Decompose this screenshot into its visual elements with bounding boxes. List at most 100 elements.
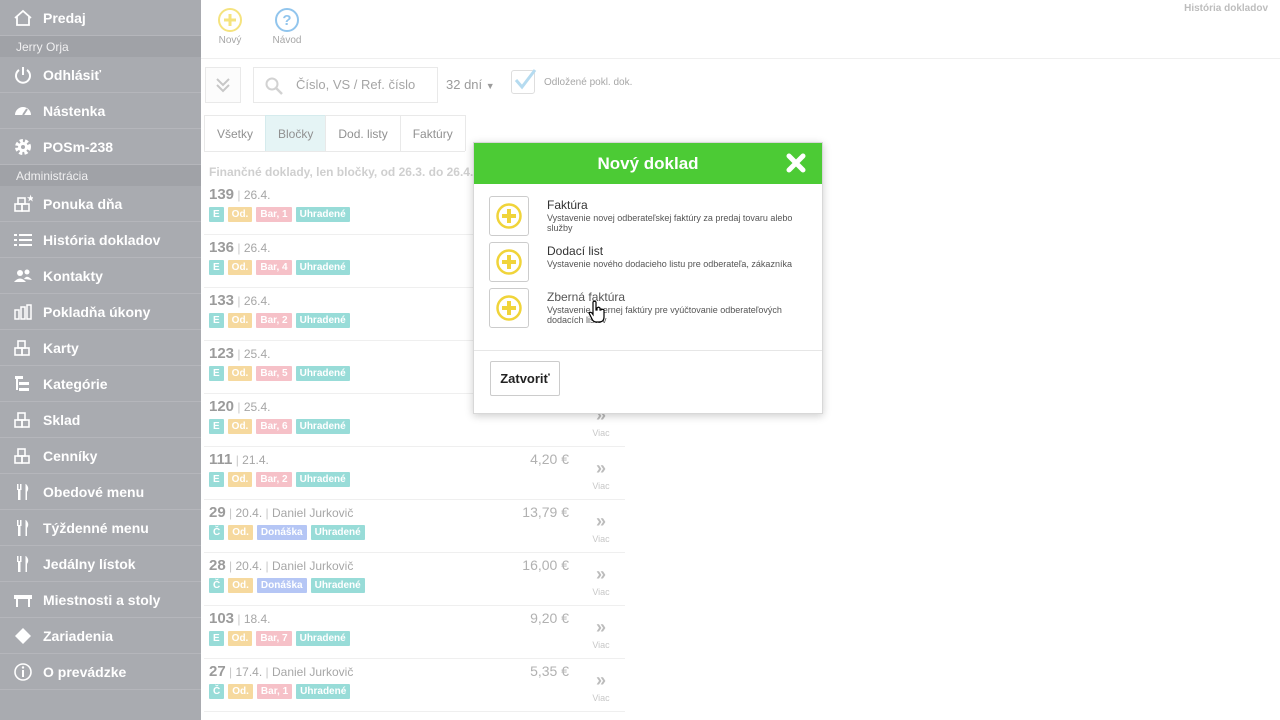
sidebar-item-o-prevadzke[interactable]: O prevádzke — [0, 654, 201, 690]
more-button[interactable]: » Viac — [590, 565, 612, 600]
deferred-docs-checkbox[interactable] — [511, 69, 537, 94]
option-title: Faktúra — [547, 198, 588, 212]
sidebar-item-label: Sklad — [43, 411, 81, 428]
bars-icon — [12, 301, 34, 323]
document-row[interactable]: 111 | 21.4. 4,20 € E Od. Bar, 2 Uhradené » Viac — [204, 448, 625, 500]
sidebar-item-obedove-menu[interactable]: Obedové menu — [0, 474, 201, 510]
status-badge: Donáška — [256, 525, 307, 540]
sidebar-item-sklad[interactable]: Sklad — [0, 402, 201, 438]
document-row[interactable]: 27 | 17.4. | Daniel Jurkovič 5,35 € Č Od. Ba… — [204, 660, 625, 712]
option-delivery-note[interactable]: Dodací list Vystavenie nového dodacieho … — [489, 242, 809, 284]
sidebar-item-zariadenia[interactable]: Zariadenia — [0, 618, 201, 654]
separator: | — [234, 241, 244, 255]
close-icon[interactable] — [786, 153, 806, 173]
status-badge: E — [209, 631, 224, 646]
status-badge: Od. — [227, 419, 253, 434]
diamond-icon — [12, 625, 34, 647]
sidebar-item-label: Cenníky — [43, 447, 98, 464]
plus-circle-icon — [496, 295, 522, 321]
option-title: Zberná faktúra — [547, 290, 626, 304]
close-button[interactable]: Zatvoriť — [490, 361, 560, 396]
status-badge: Č — [209, 525, 225, 540]
status-badge: Č — [209, 684, 225, 699]
add-collective-invoice-button[interactable] — [489, 288, 529, 328]
status-badge: Č — [209, 578, 225, 593]
document-header: 28 | 20.4. | Daniel Jurkovič — [209, 557, 353, 574]
tab-invoices[interactable]: Faktúry — [399, 115, 466, 151]
tab-delivery-notes[interactable]: Dod. listy — [325, 115, 401, 151]
days-select[interactable]: 32 dní ▼ — [446, 77, 495, 92]
more-button[interactable]: » Viac — [590, 671, 612, 706]
sidebar-item-kategorie[interactable]: Kategórie — [0, 366, 201, 402]
document-row[interactable]: 103 | 18.4. 9,20 € E Od. Bar, 7 Uhradené » Viac — [204, 607, 625, 659]
home-icon — [12, 7, 34, 29]
more-label: Viac — [592, 481, 610, 491]
sidebar-item-pos[interactable]: POSm-238 — [0, 129, 201, 165]
document-number: 139 — [209, 186, 235, 203]
page-title: História dokladov — [1184, 3, 1268, 14]
double-chevron-right-icon: » — [595, 617, 606, 637]
sidebar-item-label: Miestnosti a stoly — [43, 591, 161, 608]
sidebar-item-predaj[interactable]: Predaj — [0, 0, 201, 36]
status-badge: E — [209, 419, 224, 434]
sidebar-item-label: Zariadenia — [43, 627, 114, 644]
blocks-icon — [12, 409, 34, 431]
sidebar-item-dashboard[interactable]: Nástenka — [0, 93, 201, 129]
sidebar-item-miestnosti-a-stoly[interactable]: Miestnosti a stoly — [0, 582, 201, 618]
sidebar-item-ponuka-dna[interactable]: ★ Ponuka dňa — [0, 186, 201, 222]
document-date: 20.4. — [235, 506, 263, 520]
list-title: Finančné doklady, len bločky, od 26.3. d… — [209, 165, 474, 179]
new-button[interactable]: Nový — [205, 8, 255, 46]
dialog-header: Nový doklad — [474, 143, 822, 184]
tag-group: Č Od. Donáška Uhradené — [209, 525, 369, 540]
option-description: Vystavenie zbernej faktúry pre vyúčtovan… — [547, 305, 782, 325]
document-number: 27 — [209, 663, 226, 680]
more-button[interactable]: » Viac — [590, 459, 612, 494]
help-button-label: Návod — [272, 35, 302, 46]
status-badge: Uhradené — [296, 684, 351, 699]
search-input[interactable] — [294, 76, 436, 93]
add-invoice-button[interactable] — [489, 196, 529, 236]
tab-receipts[interactable]: Bločky — [265, 115, 327, 151]
sidebar-item-tyzdenne-menu[interactable]: Týždenné menu — [0, 510, 201, 546]
document-row[interactable]: 28 | 20.4. | Daniel Jurkovič 16,00 € Č Od. D… — [204, 554, 625, 606]
question-icon: ? — [275, 8, 299, 32]
status-badge: Donáška — [256, 578, 307, 593]
tag-group: E Od. Bar, 6 Uhradené — [209, 419, 354, 434]
cutlery-icon — [12, 517, 34, 539]
tab-all[interactable]: Všetky — [204, 115, 267, 151]
document-header: 136 | 26.4. — [209, 239, 271, 256]
status-badge: Uhradené — [295, 207, 350, 222]
add-delivery-note-button[interactable] — [489, 242, 529, 282]
sidebar-item-historia-dokladov[interactable]: História dokladov — [0, 222, 201, 258]
help-button[interactable]: ? Návod — [262, 8, 312, 46]
more-button[interactable]: » Viac — [590, 512, 612, 547]
sidebar-item-jedalny-listok[interactable]: Jedálny lístok — [0, 546, 201, 582]
status-badge: Uhradené — [295, 472, 350, 487]
document-date: 26.4. — [243, 241, 271, 255]
plus-circle-icon — [496, 249, 522, 275]
sidebar-item-karty[interactable]: Karty — [0, 330, 201, 366]
separator: | — [234, 188, 244, 202]
sidebar-item-label: Odhlásiť — [43, 66, 102, 83]
more-button[interactable]: » Viac — [590, 617, 612, 653]
sidebar-item-logout[interactable]: Odhlásiť — [0, 57, 201, 93]
sidebar-item-kontakty[interactable]: Kontakty — [0, 258, 201, 294]
option-collective-invoice[interactable]: Zberná faktúra Vystavenie zbernej faktúr… — [489, 288, 809, 330]
sidebar-item-label: Nástenka — [43, 102, 106, 119]
sidebar-item-label: Ponuka dňa — [43, 195, 123, 212]
document-number: 133 — [209, 292, 235, 309]
power-icon — [12, 64, 34, 86]
status-badge: Bar, 7 — [256, 631, 292, 646]
gear-icon — [12, 136, 34, 158]
option-invoice[interactable]: Faktúra Vystavenie novej odberateľskej f… — [489, 196, 809, 238]
document-header: 27 | 17.4. | Daniel Jurkovič — [209, 663, 353, 680]
admin-section-label: Administrácia — [0, 165, 201, 186]
sidebar-item-cenniky[interactable]: Cenníky — [0, 438, 201, 474]
expand-filters-button[interactable] — [205, 67, 241, 103]
search-box[interactable] — [253, 67, 438, 103]
separator: | — [234, 294, 244, 308]
document-row[interactable]: 29 | 20.4. | Daniel Jurkovič 13,79 € Č Od. D… — [204, 501, 625, 553]
sidebar-item-label: Jedálny lístok — [43, 555, 136, 572]
sidebar-item-pokladna-ukony[interactable]: Pokladňa úkony — [0, 294, 201, 330]
